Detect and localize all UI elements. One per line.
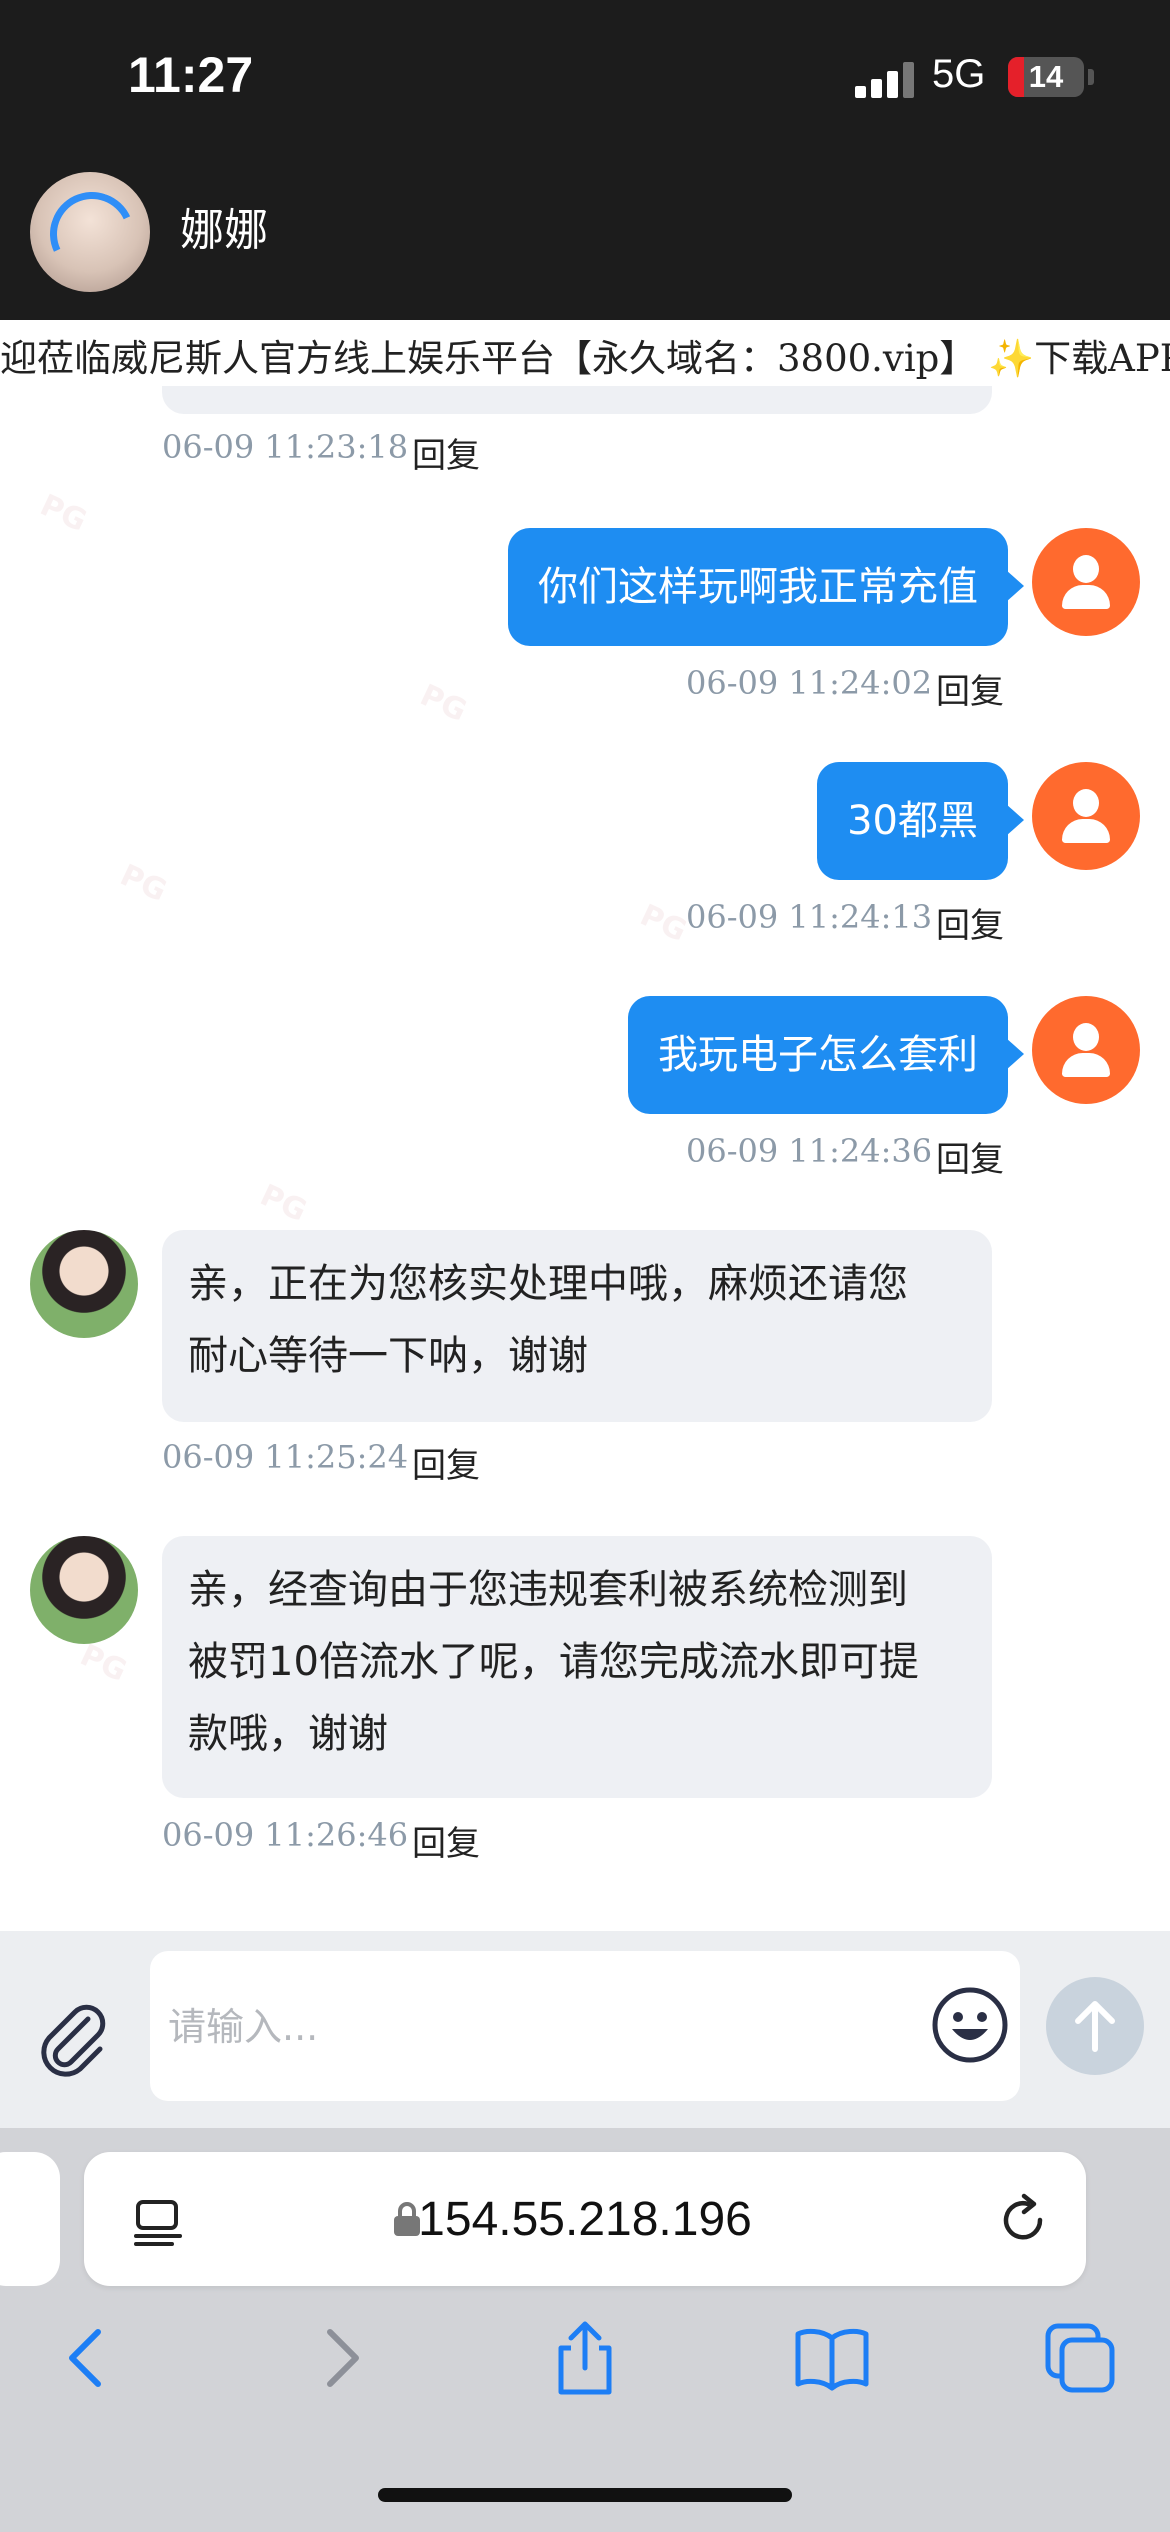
- agent-message-bubble[interactable]: 亲，经查询由于您违规套利被系统检测到 被罚10倍流水了呢，请您完成流水即可提 款…: [162, 1536, 992, 1798]
- watermark: PG: [634, 897, 692, 950]
- reply-link[interactable]: 回复: [936, 1132, 1004, 1181]
- message-input[interactable]: [166, 1951, 850, 2103]
- bookmarks-book-icon[interactable]: [792, 2318, 872, 2398]
- agent-avatar[interactable]: [30, 1536, 138, 1644]
- url-text: 154.55.218.196: [418, 2193, 752, 2246]
- reply-link[interactable]: 回复: [936, 664, 1004, 713]
- message-time: 06-09 11:24:02: [686, 664, 933, 702]
- message-time: 06-09 11:25:24: [162, 1438, 409, 1476]
- message-line: 亲，正在为您核实处理中哦，麻烦还请您: [188, 1261, 908, 1307]
- message-line: 款哦，谢谢: [188, 1711, 388, 1757]
- user-avatar-body: [1062, 1053, 1110, 1077]
- message-time: 06-09 11:24:36: [686, 1132, 933, 1170]
- address-bar[interactable]: 154.55.218.196: [84, 2152, 1086, 2286]
- message-time: 06-09 11:23:18: [162, 428, 409, 466]
- battery-tip: [1088, 69, 1094, 85]
- reply-link[interactable]: 回复: [412, 1438, 480, 1487]
- battery-level: 14: [1028, 59, 1064, 94]
- share-icon[interactable]: [545, 2318, 625, 2398]
- back-chevron-icon[interactable]: [48, 2318, 128, 2398]
- user-avatar[interactable]: [1032, 996, 1140, 1104]
- chat-area[interactable]: PG PG PG PG PG PG PG 06-09 11:23:18 回复 你…: [0, 386, 1170, 1931]
- user-message-bubble[interactable]: 我玩电子怎么套利: [628, 996, 1024, 1114]
- watermark: PG: [414, 677, 472, 730]
- announcement-marquee: 迎莅临威尼斯人官方线上娱乐平台【永久域名：3800.vip】 ✨下载APP: [0, 320, 1170, 386]
- arrow-up-icon: [1075, 2001, 1115, 2052]
- reply-link[interactable]: 回复: [936, 898, 1004, 947]
- message-line: 被罚10倍流水了呢，请您完成流水即可提: [188, 1639, 919, 1685]
- agent-message-bubble[interactable]: 亲，正在为您核实处理中哦，麻烦还请您 耐心等待一下呐，谢谢: [162, 1230, 992, 1422]
- announcement-text: 迎莅临威尼斯人官方线上娱乐平台【永久域名：3800.vip】 ✨下载APP: [0, 337, 1170, 380]
- status-bar: 11:27 5G 14: [0, 0, 1170, 150]
- watermark: PG: [114, 857, 172, 910]
- browser-toolbar: 154.55.218.196: [0, 2128, 1170, 2532]
- user-avatar-head: [1073, 1023, 1099, 1051]
- user-avatar[interactable]: [1032, 762, 1140, 870]
- message-line: 亲，经查询由于您违规套利被系统检测到: [188, 1567, 908, 1613]
- agent-avatar[interactable]: [30, 1230, 138, 1338]
- contact-avatar[interactable]: [30, 172, 150, 292]
- loading-spinner-icon: [38, 180, 146, 288]
- previous-tab-preview[interactable]: [0, 2152, 60, 2286]
- network-type: 5G: [932, 52, 986, 96]
- battery-icon: 14: [1008, 57, 1084, 97]
- chat-header: 娜娜: [0, 150, 1170, 320]
- user-message-bubble[interactable]: 你们这样玩啊我正常充值: [508, 528, 1024, 646]
- reply-link[interactable]: 回复: [412, 1816, 480, 1865]
- user-avatar-body: [1062, 819, 1110, 843]
- attachment-paperclip-icon[interactable]: [36, 2001, 112, 2077]
- forward-chevron-icon[interactable]: [300, 2318, 380, 2398]
- cellular-signal-icon: [855, 62, 917, 98]
- emoji-icon[interactable]: [930, 1985, 1010, 2065]
- watermark: PG: [254, 1177, 312, 1230]
- message-composer: [0, 1931, 1170, 2128]
- contact-name: 娜娜: [180, 205, 268, 256]
- message-time: 06-09 11:26:46: [162, 1816, 409, 1854]
- message-line: 耐心等待一下呐，谢谢: [188, 1333, 588, 1379]
- agent-message-bubble[interactable]: [162, 386, 992, 414]
- watermark: PG: [34, 487, 92, 540]
- message-input-container[interactable]: [150, 1951, 1020, 2103]
- tabs-icon[interactable]: [1040, 2318, 1120, 2398]
- user-avatar-head: [1073, 789, 1099, 817]
- home-indicator[interactable]: [378, 2488, 792, 2502]
- watermark: PG: [74, 1637, 132, 1690]
- reply-link[interactable]: 回复: [412, 428, 480, 477]
- reload-icon[interactable]: [994, 2190, 1052, 2248]
- message-time: 06-09 11:24:13: [686, 898, 933, 936]
- user-avatar-body: [1062, 585, 1110, 609]
- user-message-bubble[interactable]: 30都黑: [817, 762, 1024, 880]
- user-avatar-head: [1073, 555, 1099, 583]
- send-button[interactable]: [1046, 1977, 1144, 2075]
- user-avatar[interactable]: [1032, 528, 1140, 636]
- status-time: 11:27: [128, 47, 254, 103]
